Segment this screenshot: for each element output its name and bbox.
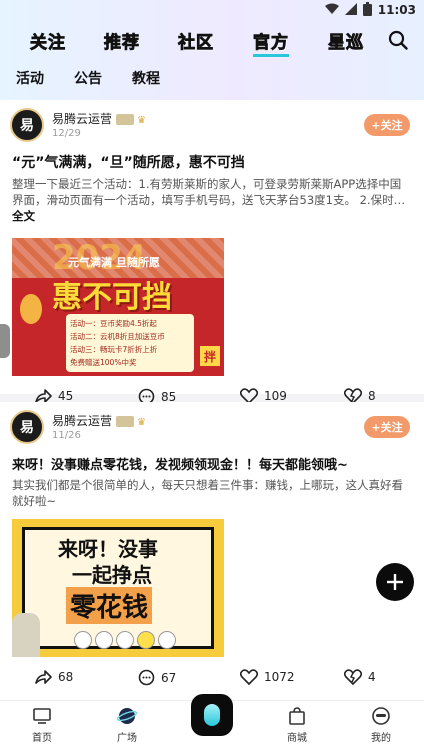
- search-icon[interactable]: [388, 30, 408, 50]
- subtab-activity[interactable]: 活动: [16, 68, 44, 88]
- author-name[interactable]: 易腾云运营 ♛: [52, 412, 146, 429]
- planet-icon: [116, 708, 138, 724]
- like-button[interactable]: 1072: [240, 669, 295, 685]
- read-more-link[interactable]: 全文: [12, 209, 35, 223]
- status-time: 11:03: [377, 3, 416, 17]
- tab-official[interactable]: 官方: [253, 28, 289, 57]
- signal-icon: [344, 2, 357, 18]
- profile-icon: [372, 707, 390, 725]
- comment-icon: [138, 669, 155, 686]
- tab-community[interactable]: 社区: [178, 28, 214, 54]
- post-actions: 68 67 1072 4: [0, 657, 424, 697]
- poster-line3: 零花钱: [66, 587, 153, 624]
- heart-icon: [240, 669, 258, 685]
- side-drawer-handle[interactable]: [0, 324, 10, 358]
- nav-square[interactable]: 广场: [102, 705, 152, 744]
- wifi-icon: [324, 3, 339, 18]
- post-header: 易 易腾云运营 ♛ 12/29 +关注: [0, 100, 424, 146]
- share-icon: [35, 670, 52, 684]
- post-card[interactable]: 易 易腾云运营 ♛ 12/29 +关注 “元”气满满，“旦”随所愿，惠不可挡 整理…: [0, 100, 424, 405]
- post-body[interactable]: 整理一下最近三个活动：1.有劳斯莱斯的家人，可登录劳斯莱斯APP选择中国界面，滑…: [0, 176, 424, 224]
- tab-star[interactable]: 星巡: [328, 28, 364, 54]
- official-badge-icon: [116, 416, 135, 427]
- post-feed[interactable]: 易 易腾云运营 ♛ 12/29 +关注 “元”气满满，“旦”随所愿，惠不可挡 整理…: [0, 100, 424, 700]
- tab-recommend[interactable]: 推荐: [104, 28, 140, 54]
- broken-heart-icon: [344, 669, 362, 685]
- nav-home[interactable]: 首页: [17, 705, 67, 744]
- post-card[interactable]: 易 易腾云运营 ♛ 11/26 +关注 来呀！没事赚点零花钱，发视频领现金！！每天…: [0, 402, 424, 700]
- post-title[interactable]: 来呀！没事赚点零花钱，发视频领现金！！每天都能领哦~: [0, 448, 424, 477]
- crown-icon: ♛: [137, 115, 146, 126]
- avatar[interactable]: 易: [10, 410, 44, 444]
- nav-shop[interactable]: 商城: [272, 705, 322, 744]
- poster-headline: 惠不可挡: [52, 280, 172, 315]
- post-image[interactable]: 2024 元气满满 旦随所愿 惠不可挡 活动一：豆币奖励4.5折起 活动二：云机…: [12, 238, 224, 376]
- post-date: 11/26: [52, 430, 81, 441]
- battery-icon: [362, 1, 372, 19]
- crown-icon: ♛: [137, 417, 146, 428]
- poster-faces: [74, 631, 176, 649]
- share-button[interactable]: 68: [34, 669, 73, 685]
- poster-lantern: [20, 294, 42, 324]
- poster-tag: 拌: [200, 346, 220, 366]
- plus-icon: [387, 574, 403, 590]
- sub-tabs: 活动 公告 教程: [0, 68, 424, 88]
- post-title[interactable]: “元”气满满，“旦”随所愿，惠不可挡: [0, 146, 424, 176]
- poster-line1: 来呀！没事: [58, 537, 158, 561]
- avatar[interactable]: 易: [10, 108, 44, 142]
- monitor-icon: [33, 708, 51, 724]
- follow-button[interactable]: +关注: [364, 114, 410, 136]
- favorite-button[interactable]: 4: [344, 669, 376, 685]
- shopping-bag-icon: [289, 707, 305, 725]
- tab-follow[interactable]: 关注: [30, 28, 66, 54]
- center-launch-button[interactable]: [191, 694, 233, 736]
- poster-panel: 活动一：豆币奖励4.5折起 活动二：云机8折且加送豆币 活动三：畅玩卡7折折上折…: [66, 314, 194, 372]
- subtab-notice[interactable]: 公告: [74, 68, 102, 88]
- post-header: 易 易腾云运营 ♛ 11/26 +关注: [0, 402, 424, 448]
- status-bar: 11:03: [0, 0, 424, 20]
- nav-profile[interactable]: 我的: [356, 705, 406, 744]
- poster-line2: 一起挣点: [72, 563, 152, 587]
- post-date: 12/29: [52, 128, 81, 139]
- create-post-button[interactable]: [376, 563, 414, 601]
- author-name[interactable]: 易腾云运营 ♛: [52, 110, 146, 127]
- comment-button[interactable]: 67: [138, 669, 176, 686]
- post-image[interactable]: 来呀！没事 一起挣点 零花钱: [12, 519, 224, 657]
- follow-button[interactable]: +关注: [364, 416, 410, 438]
- main-tabs: 关注 推荐 社区 官方 星巡: [0, 28, 424, 57]
- official-badge-icon: [116, 114, 135, 125]
- poster-subtitle: 元气满满 旦随所愿: [68, 256, 160, 269]
- poster-character: [12, 613, 40, 657]
- post-body[interactable]: 其实我们都是个很简单的人，每天只想着三件事：赚钱，上哪玩，这人真好看 就好啦~: [0, 477, 424, 509]
- capsule-icon: [204, 704, 220, 726]
- subtab-tutorial[interactable]: 教程: [132, 68, 160, 88]
